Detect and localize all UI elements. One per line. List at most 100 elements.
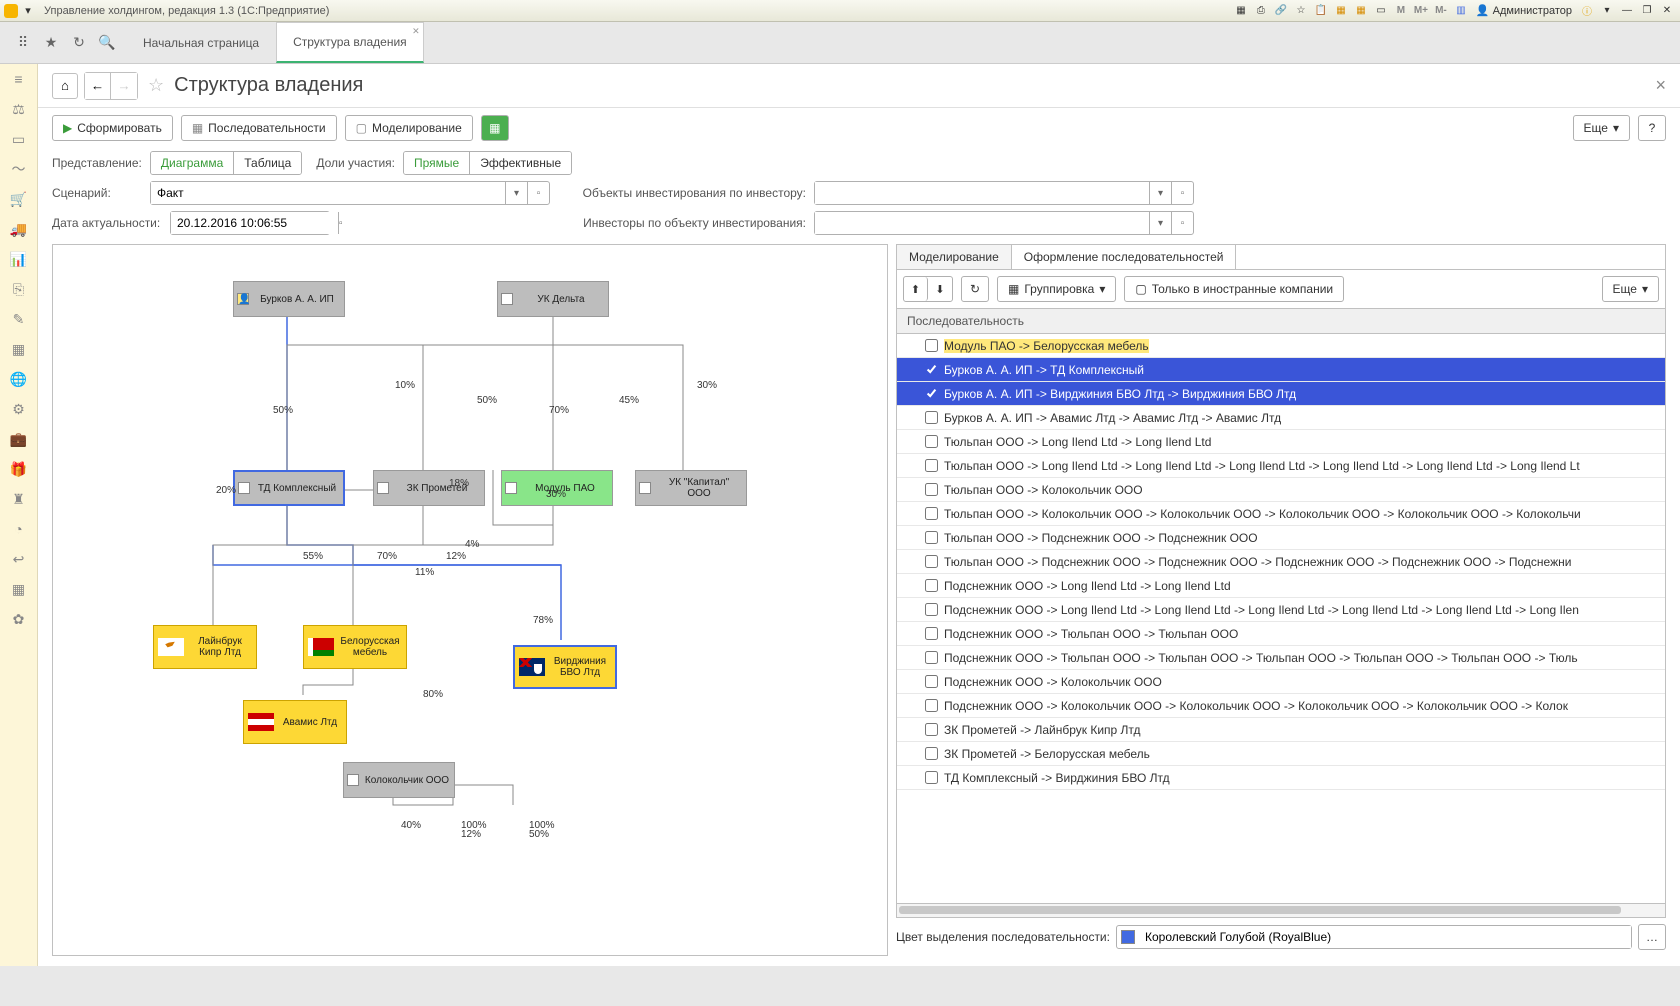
node-delta[interactable]: УК Дельта [497, 281, 609, 317]
rail-truck-icon[interactable]: 🚚 [10, 220, 28, 238]
grouping-button[interactable]: ▦Группировка ▾ [997, 276, 1116, 302]
color-input[interactable] [1139, 926, 1631, 948]
node-modul[interactable]: Модуль ПАО [501, 470, 613, 506]
link-icon[interactable]: 🔗 [1272, 3, 1290, 19]
home-button[interactable]: ⌂ [52, 73, 78, 99]
list-item[interactable]: Подснежник ООО -> Long Ilend Ltd -> Long… [897, 598, 1665, 622]
node-bvi[interactable]: Вирджиния БВО Лтд [513, 645, 617, 689]
rail-icon-8[interactable]: ✎ [10, 310, 28, 328]
share-effective-option[interactable]: Эффективные [470, 152, 571, 174]
move-down-button[interactable]: ⬇ [928, 277, 952, 301]
move-up-button[interactable]: ⬆ [904, 277, 928, 301]
node-kapital[interactable]: УК "Капитал" ООО [635, 470, 747, 506]
rail-icon-16[interactable]: ↩ [10, 550, 28, 568]
row-checkbox[interactable] [925, 771, 938, 784]
more-button-right[interactable]: Еще ▾ [1602, 276, 1659, 302]
row-checkbox[interactable] [925, 363, 938, 376]
scenario-open-icon[interactable]: ▫ [527, 182, 549, 204]
node-td[interactable]: ТД Комплексный [233, 470, 345, 506]
back-button[interactable]: ← [85, 73, 111, 99]
favorites-icon[interactable]: ★ [42, 34, 60, 52]
grid-icon-1[interactable]: ▦ [1332, 3, 1350, 19]
rail-settings-icon[interactable]: ✿ [10, 610, 28, 628]
obj-inv-dropdown-icon[interactable]: ▾ [1149, 182, 1171, 204]
node-belarus[interactable]: Белорусская мебель [303, 625, 407, 669]
tab-modeling[interactable]: Моделирование [897, 245, 1012, 269]
rail-icon-1[interactable]: ⚖ [10, 100, 28, 118]
info-dropdown-icon[interactable]: ▾ [1598, 3, 1616, 19]
color-combo[interactable] [1116, 925, 1632, 949]
calc-icon[interactable]: ▭ [1372, 3, 1390, 19]
list-item[interactable]: Тюльпан ООО -> Подснежник ООО -> Подснеж… [897, 550, 1665, 574]
horizontal-scrollbar[interactable] [896, 904, 1666, 918]
star-icon[interactable]: ☆ [1292, 3, 1310, 19]
rail-icon-14[interactable]: ♜ [10, 490, 28, 508]
tab-start-page[interactable]: Начальная страница [126, 22, 276, 63]
list-item[interactable]: Бурков А. А. ИП -> Вирджиния БВО Лтд -> … [897, 382, 1665, 406]
row-checkbox[interactable] [925, 747, 938, 760]
list-item[interactable]: Подснежник ООО -> Long Ilend Ltd -> Long… [897, 574, 1665, 598]
rail-chart-icon[interactable]: 📊 [10, 250, 28, 268]
list-item[interactable]: Бурков А. А. ИП -> Авамис Лтд -> Авамис … [897, 406, 1665, 430]
list-item[interactable]: Подснежник ООО -> Тюльпан ООО -> Тюльпан… [897, 622, 1665, 646]
refresh-button[interactable]: ↻ [961, 276, 989, 302]
list-item[interactable]: Подснежник ООО -> Колокольчик ООО -> Кол… [897, 694, 1665, 718]
rail-menu-icon[interactable]: ≡ [10, 70, 28, 88]
date-input[interactable] [171, 212, 338, 234]
obj-inv-open-icon[interactable]: ▫ [1171, 182, 1193, 204]
info-icon[interactable]: ⓘ [1578, 3, 1596, 19]
date-combo[interactable]: ▫ [170, 211, 330, 235]
green-action-button[interactable]: ▦ [481, 115, 509, 141]
rail-clock-icon[interactable]: ◔ [10, 520, 28, 538]
list-item[interactable]: ТД Комплексный -> Вирджиния БВО Лтд [897, 766, 1665, 790]
form-button[interactable]: ▶Сформировать [52, 115, 173, 141]
modeling-button[interactable]: ▢Моделирование [345, 115, 473, 141]
minimize-icon[interactable]: — [1618, 3, 1636, 19]
row-checkbox[interactable] [925, 555, 938, 568]
list-item[interactable]: Тюльпан ООО -> Подснежник ООО -> Подснеж… [897, 526, 1665, 550]
scenario-input[interactable] [151, 182, 505, 204]
node-burkov[interactable]: 👤Бурков А. А. ИП [233, 281, 345, 317]
user-menu[interactable]: 👤 Администратор [1472, 4, 1576, 17]
rail-icon-9[interactable]: ▦ [10, 340, 28, 358]
node-kolok[interactable]: Колокольчик ООО [343, 762, 455, 798]
tab-ownership-structure[interactable]: Структура владения ✕ [276, 22, 424, 63]
apps-icon[interactable]: ⠿ [14, 34, 32, 52]
favorite-star-icon[interactable]: ☆ [148, 75, 164, 96]
view-table-option[interactable]: Таблица [234, 152, 301, 174]
calendar-icon[interactable]: ▫ [338, 212, 343, 234]
row-checkbox[interactable] [925, 435, 938, 448]
diagram-panel[interactable]: 👤Бурков А. А. ИП УК Дельта ТД Комплексны… [52, 244, 888, 956]
scenario-dropdown-icon[interactable]: ▾ [505, 182, 527, 204]
list-item[interactable]: Тюльпан ООО -> Колокольчик ООО [897, 478, 1665, 502]
list-item[interactable]: ЗК Прометей -> Белорусская мебель [897, 742, 1665, 766]
row-checkbox[interactable] [925, 339, 938, 352]
tab-close-icon[interactable]: ✕ [412, 26, 420, 37]
row-checkbox[interactable] [925, 459, 938, 472]
rail-calculator-icon[interactable]: ▦ [10, 580, 28, 598]
grid-icon-2[interactable]: ▦ [1352, 3, 1370, 19]
list-item[interactable]: Бурков А. А. ИП -> ТД Комплексный [897, 358, 1665, 382]
rail-icon-7[interactable]: ⎘ [10, 280, 28, 298]
rail-briefcase-icon[interactable]: 💼 [10, 430, 28, 448]
node-cyprus[interactable]: Лайнбрук Кипр Лтд [153, 625, 257, 669]
rail-gift-icon[interactable]: 🎁 [10, 460, 28, 478]
row-checkbox[interactable] [925, 675, 938, 688]
search-icon[interactable]: 🔍 [98, 34, 116, 52]
close-page-icon[interactable]: × [1655, 75, 1666, 96]
help-button[interactable]: ? [1638, 115, 1666, 141]
row-checkbox[interactable] [925, 531, 938, 544]
scrollbar-thumb[interactable] [899, 906, 1621, 914]
rail-icon-3[interactable]: 〜 [10, 160, 28, 178]
rail-gear-icon[interactable]: ⚙ [10, 400, 28, 418]
print-icon[interactable]: ⎙ [1252, 3, 1270, 19]
close-window-icon[interactable]: ✕ [1658, 3, 1676, 19]
row-checkbox[interactable] [925, 627, 938, 640]
obj-by-inv-combo[interactable]: ▾ ▫ [814, 181, 1194, 205]
rail-cart-icon[interactable]: 🛒 [10, 190, 28, 208]
foreign-only-button[interactable]: ▢Только в иностранные компании [1124, 276, 1344, 302]
list-item[interactable]: Подснежник ООО -> Тюльпан ООО -> Тюльпан… [897, 646, 1665, 670]
list-item[interactable]: Модуль ПАО -> Белорусская мебель [897, 334, 1665, 358]
tab-sequence-styling[interactable]: Оформление последовательностей [1012, 245, 1237, 269]
panel-icon[interactable]: ▥ [1452, 3, 1470, 19]
